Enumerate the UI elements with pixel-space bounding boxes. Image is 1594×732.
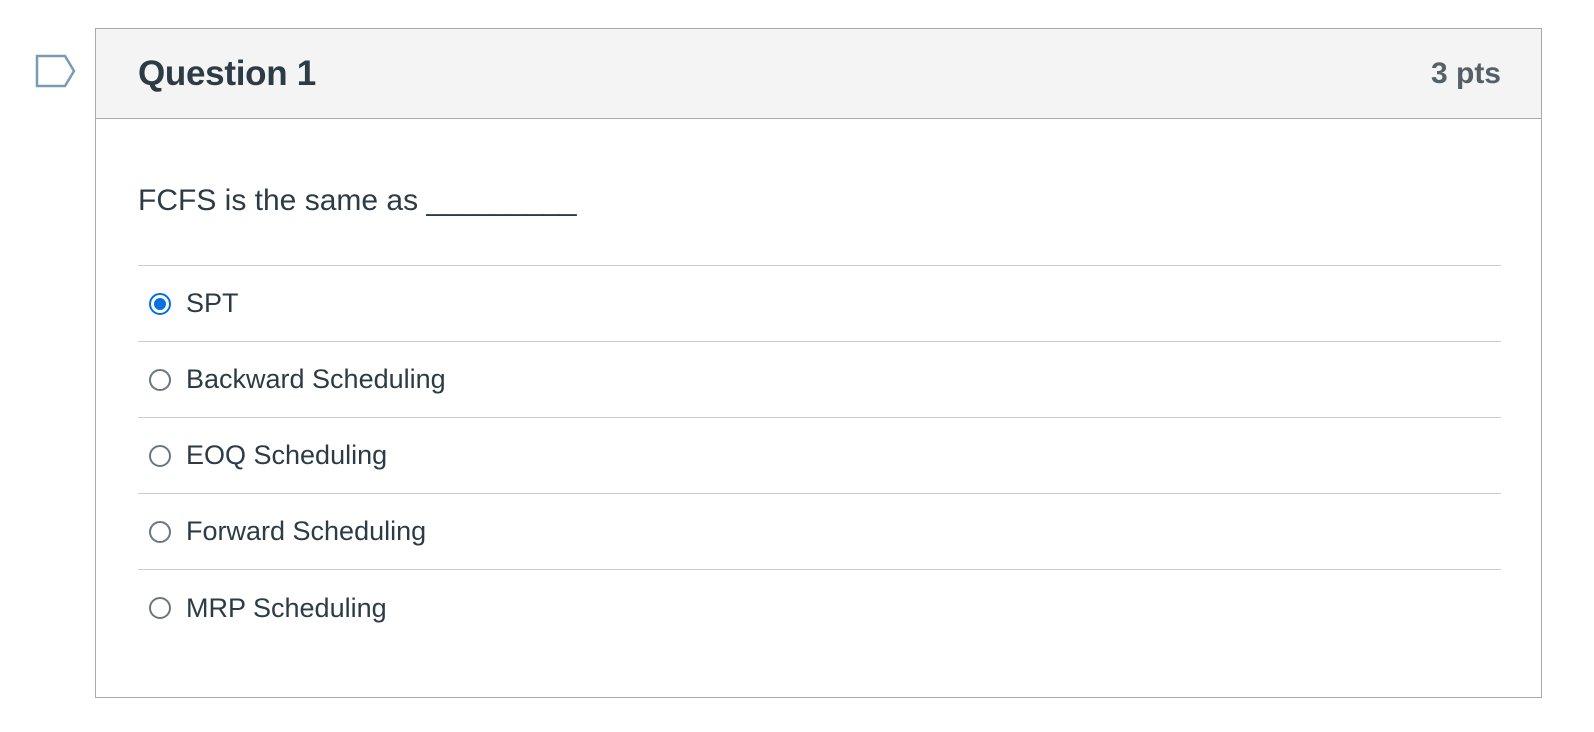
answer-option[interactable]: Backward Scheduling xyxy=(138,342,1501,418)
answer-list: SPT Backward Scheduling EOQ Scheduling F… xyxy=(138,265,1501,646)
answer-label: Backward Scheduling xyxy=(186,364,446,394)
flag-question-icon[interactable] xyxy=(35,54,77,88)
question-text: FCFS is the same as _________ xyxy=(138,184,577,217)
question-title: Question 1 xyxy=(138,53,316,93)
question-points: 3 pts xyxy=(1430,56,1501,90)
radio-button[interactable] xyxy=(149,597,171,619)
radio-button[interactable] xyxy=(149,520,171,543)
question-header: Question 1 3 pts xyxy=(96,29,1541,119)
question-card: Question 1 3 pts FCFS is the same as ___… xyxy=(95,28,1542,698)
answer-label: SPT xyxy=(186,288,239,318)
answer-label: Forward Scheduling xyxy=(186,516,427,546)
answer-label: MRP Scheduling xyxy=(186,592,387,623)
answer-option[interactable]: Forward Scheduling xyxy=(138,494,1501,570)
answer-label: EOQ Scheduling xyxy=(186,440,388,470)
answer-option[interactable]: SPT xyxy=(138,266,1501,342)
radio-button[interactable] xyxy=(149,368,171,391)
answer-option[interactable]: EOQ Scheduling xyxy=(138,418,1501,494)
radio-button[interactable] xyxy=(149,444,171,467)
radio-button[interactable] xyxy=(149,292,171,315)
answer-option[interactable]: MRP Scheduling xyxy=(138,570,1501,646)
question-body: FCFS is the same as _________ SPT Backwa… xyxy=(96,119,1541,646)
